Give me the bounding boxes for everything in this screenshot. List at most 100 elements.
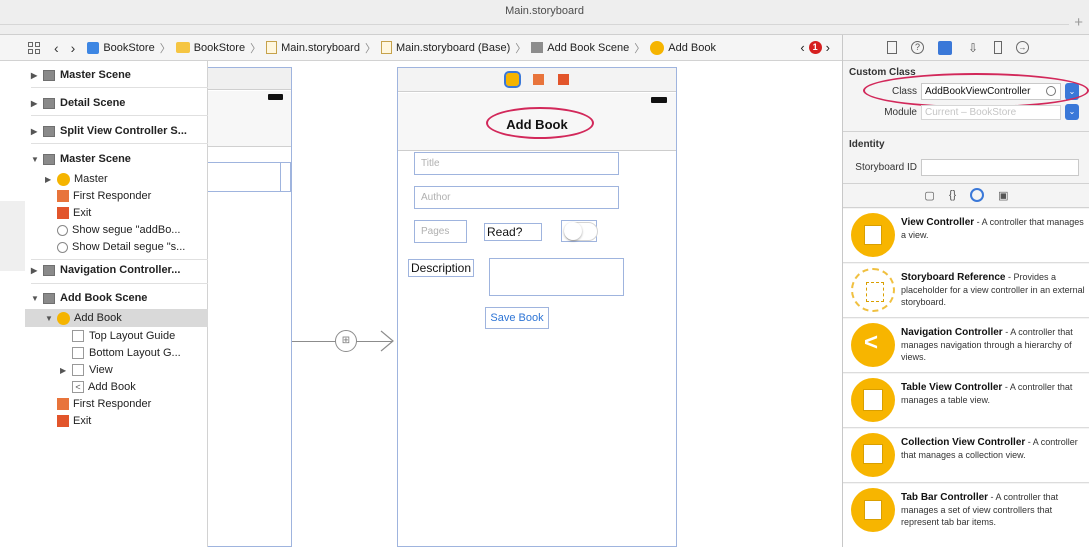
previous-issue-icon[interactable]: ‹ [800, 40, 804, 55]
first-responder-icon [57, 190, 69, 202]
disclosure-down-icon[interactable]: ▼ [45, 314, 53, 323]
inspector-tabs: ? ⇩ → [843, 35, 1089, 61]
attributes-inspector-icon[interactable]: ⇩ [966, 41, 980, 55]
quick-help-icon[interactable]: ? [911, 41, 924, 54]
jump-item-folder[interactable]: BookStore [194, 42, 245, 54]
disclosure-down-icon[interactable]: ▼ [31, 155, 39, 164]
module-dropdown-icon[interactable]: ⌄ [1065, 104, 1079, 120]
storyboard-id-field[interactable] [921, 159, 1079, 176]
add-book-scene[interactable]: Add Book Title Author Pages Read? Descri… [397, 67, 677, 547]
disclosure-right-icon[interactable]: ▶ [31, 99, 39, 108]
disclosure-right-icon[interactable]: ▶ [31, 71, 39, 80]
collection-view-controller-icon [851, 433, 895, 477]
outline-row[interactable]: ▼ Master Scene [31, 150, 214, 168]
first-responder-icon[interactable] [532, 74, 544, 85]
scene-icon [531, 42, 544, 53]
outline-row[interactable]: ▶ Master [45, 170, 228, 188]
scene-icon [43, 292, 55, 304]
jump-item-add-book[interactable]: Add Book [668, 42, 716, 54]
file-inspector-icon[interactable] [887, 41, 897, 54]
related-items-icon[interactable] [28, 41, 42, 54]
pages-field[interactable]: Pages [414, 220, 467, 243]
view-controller-icon [57, 172, 70, 186]
code-snippet-icon[interactable]: {} [949, 189, 956, 201]
disclosure-right-icon[interactable]: ▶ [31, 127, 39, 136]
outline-row[interactable]: ▶ Split View Controller S... [31, 122, 214, 140]
scene-icon [43, 125, 55, 137]
highlight-ellipse [863, 73, 1089, 108]
title-field[interactable]: Title [414, 152, 619, 175]
disclosure-down-icon[interactable]: ▼ [31, 294, 39, 303]
scene-icon [43, 264, 55, 276]
read-label: Read? [484, 223, 542, 241]
segue-icon [57, 224, 68, 236]
segue-icon[interactable]: ⊞ [335, 330, 357, 352]
outline-row[interactable]: ▶ Detail Scene [31, 94, 214, 112]
chevron-right-icon: 〉 [634, 42, 646, 55]
module-field[interactable]: Current – BookStore [921, 105, 1061, 120]
tab-bar-controller-icon [851, 488, 895, 532]
view-controller-icon [650, 40, 665, 55]
layout-guide-icon [72, 330, 84, 342]
object-library-icon[interactable] [970, 188, 985, 202]
jump-item-scene[interactable]: Add Book Scene [547, 42, 629, 54]
segue-icon [57, 241, 68, 253]
outline-row[interactable]: ▶ Master Scene [31, 66, 214, 84]
storyboard-canvas[interactable]: ⊞ Add Book Title Author Pages Read? Desc… [208, 61, 842, 547]
read-switch[interactable] [561, 220, 598, 242]
layout-guide-icon [72, 347, 84, 359]
master-scene-preview[interactable] [208, 67, 292, 547]
first-responder-icon [57, 398, 69, 410]
library-item[interactable]: Collection View Controller - A controlle… [843, 429, 1089, 483]
navigation-item-icon: < [72, 381, 84, 393]
file-template-icon[interactable]: ▢ [924, 189, 934, 202]
save-book-button[interactable]: Save Book [485, 307, 549, 329]
library-item[interactable]: Tab Bar Controller - A controller that m… [843, 484, 1089, 547]
tab-bar-divider [0, 24, 1069, 25]
connections-inspector-icon[interactable]: → [1016, 41, 1029, 54]
exit-icon[interactable] [557, 74, 569, 85]
identity-inspector-icon[interactable] [938, 40, 952, 55]
author-field[interactable]: Author [414, 186, 619, 209]
battery-icon [268, 94, 283, 100]
disclosure-right-icon[interactable]: ▶ [45, 175, 53, 184]
storyboard-file-icon [380, 41, 392, 54]
view-controller-icon[interactable] [503, 71, 521, 88]
forward-arrow-icon[interactable]: › [71, 40, 76, 56]
jump-item-storyboard[interactable]: Main.storyboard [281, 42, 360, 54]
identity-header: Identity [849, 139, 885, 150]
back-arrow-icon[interactable]: ‹ [54, 40, 59, 56]
size-inspector-icon[interactable] [994, 41, 1002, 54]
library-item[interactable]: < Navigation Controller - A controller t… [843, 319, 1089, 373]
table-cell[interactable] [208, 162, 291, 192]
outline-row-selected[interactable]: ▼ Add Book [25, 309, 208, 327]
issue-navigator[interactable]: ‹ 1 › [800, 40, 830, 55]
scene-icon [43, 153, 55, 165]
new-tab-button[interactable]: + [1074, 14, 1083, 31]
chevron-right-icon: 〉 [159, 42, 171, 55]
error-icon[interactable]: 1 [808, 41, 822, 54]
jump-item-storyboard-base[interactable]: Main.storyboard (Base) [396, 42, 510, 54]
jump-bar: ‹ › BookStore 〉 BookStore 〉 Main.storybo… [0, 35, 842, 61]
chevron-right-icon: 〉 [250, 42, 262, 55]
document-outline: ▶ Master Scene ▶ Detail Scene ▶ Split View … [25, 61, 208, 547]
disclosure-right-icon[interactable]: ▶ [60, 366, 68, 375]
library-item[interactable]: Storyboard Reference - Provides a placeh… [843, 264, 1089, 318]
description-textview[interactable] [489, 258, 624, 296]
view-controller-icon [851, 213, 895, 257]
next-issue-icon[interactable]: › [826, 40, 830, 55]
jump-item-project[interactable]: BookStore [103, 42, 154, 54]
navigation-bar[interactable]: Add Book [398, 93, 676, 151]
segue-arrow-icon [380, 330, 394, 352]
outline-row[interactable]: ▶ Navigation Controller... [31, 261, 214, 279]
chevron-right-icon: 〉 [364, 42, 376, 55]
media-library-icon[interactable]: ▣ [998, 189, 1008, 202]
library-item[interactable]: View Controller - A controller that mana… [843, 209, 1089, 263]
outline-row[interactable]: ▼ Add Book Scene [31, 289, 214, 307]
storyboard-reference-icon [851, 268, 895, 312]
storyboard-file-icon [266, 41, 278, 54]
disclosure-right-icon[interactable]: ▶ [31, 266, 39, 275]
description-label: Description [408, 259, 475, 277]
inspector-panel: ? ⇩ → Custom Class Class AddBookViewCont… [842, 35, 1089, 547]
library-item[interactable]: Table View Controller - A controller tha… [843, 374, 1089, 428]
